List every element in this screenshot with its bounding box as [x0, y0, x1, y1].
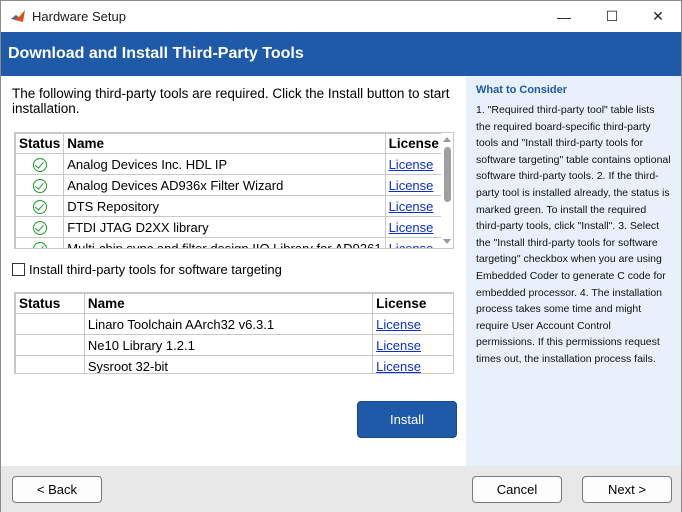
status-cell — [15, 334, 85, 356]
status-cell — [15, 355, 85, 373]
table-row: Sysroot 32-bit License — [15, 355, 453, 373]
tool-name: Linaro Toolchain AArch32 v6.3.1 — [83, 313, 374, 335]
column-header-status: Status — [15, 133, 65, 154]
green-check-icon — [32, 241, 47, 248]
table-row: Analog Devices Inc. HDL IP License — [15, 153, 443, 175]
hardware-setup-window: Hardware Setup — ☐ ✕ Download and Instal… — [0, 0, 682, 512]
maximize-icon: ☐ — [605, 8, 619, 24]
what-to-consider-panel: What to Consider 1. "Required third-part… — [466, 76, 681, 466]
status-cell — [15, 237, 65, 248]
tool-name: DTS Repository — [63, 195, 386, 217]
license-link[interactable]: License — [384, 216, 443, 238]
status-cell — [15, 174, 65, 196]
window-title: Hardware Setup — [32, 9, 126, 24]
install-button[interactable]: Install — [357, 401, 457, 438]
sidebar-text: 1. "Required third-party tool" table lis… — [476, 104, 671, 365]
green-check-icon — [32, 199, 47, 214]
footer-bar: < Back Cancel Next > — [1, 466, 681, 512]
table-row: Linaro Toolchain AArch32 v6.3.1 License — [15, 313, 453, 335]
tool-name: Analog Devices Inc. HDL IP — [63, 153, 386, 175]
back-button[interactable]: < Back — [12, 476, 102, 503]
close-icon: ✕ — [652, 8, 664, 24]
title-bar: Hardware Setup — ☐ ✕ — [1, 1, 681, 32]
software-targeting-option[interactable]: Install third-party tools for software t… — [12, 262, 282, 277]
status-cell — [15, 216, 65, 238]
scroll-down-icon[interactable] — [443, 239, 451, 244]
scroll-thumb[interactable] — [444, 147, 451, 202]
tool-name: Sysroot 32-bit — [83, 355, 374, 373]
table-header-row: Status Name License — [15, 133, 443, 154]
main-panel: The following third-party tools are requ… — [1, 76, 466, 466]
column-header-name: Name — [83, 293, 374, 314]
tool-name: FTDI JTAG D2XX library — [63, 216, 386, 238]
tool-name: Analog Devices AD936x Filter Wizard — [63, 174, 386, 196]
header-banner: Download and Install Third-Party Tools — [1, 32, 681, 76]
next-button[interactable]: Next > — [582, 476, 672, 503]
table-scrollbar[interactable] — [441, 133, 453, 248]
table-row: Ne10 Library 1.2.1 License — [15, 334, 453, 356]
column-header-name: Name — [63, 133, 386, 154]
tool-name: Multi-chip sync and filter design IIO Li… — [63, 237, 386, 248]
optional-tools-table: Status Name License Linaro Toolchain AAr… — [14, 292, 454, 374]
status-cell — [15, 195, 65, 217]
license-link[interactable]: License — [372, 355, 453, 373]
table-row: Analog Devices AD936x Filter Wizard Lice… — [15, 174, 443, 196]
table-row: FTDI JTAG D2XX library License — [15, 216, 443, 238]
cancel-button[interactable]: Cancel — [472, 476, 562, 503]
green-check-icon — [32, 220, 47, 235]
page-title: Download and Install Third-Party Tools — [8, 45, 304, 62]
license-link[interactable]: License — [384, 237, 443, 248]
green-check-icon — [32, 157, 47, 172]
license-link[interactable]: License — [384, 174, 443, 196]
software-targeting-checkbox[interactable] — [12, 263, 25, 276]
minimize-icon: — — [557, 8, 571, 25]
close-button[interactable]: ✕ — [635, 1, 681, 32]
column-header-status: Status — [15, 293, 85, 314]
sidebar-title: What to Consider — [476, 84, 568, 96]
required-tools-table: Status Name License Analog Devices Inc. … — [14, 132, 454, 249]
green-check-icon — [32, 178, 47, 193]
column-header-license: License — [384, 133, 443, 154]
table-header-row: Status Name License — [15, 293, 453, 314]
column-header-license: License — [372, 293, 453, 314]
license-link[interactable]: License — [384, 195, 443, 217]
minimize-button[interactable]: — — [541, 1, 587, 32]
status-cell — [15, 313, 85, 335]
table-row: Multi-chip sync and filter design IIO Li… — [15, 237, 443, 248]
license-link[interactable]: License — [384, 153, 443, 175]
license-link[interactable]: License — [372, 313, 453, 335]
maximize-button[interactable]: ☐ — [589, 1, 635, 32]
table-row: DTS Repository License — [15, 195, 443, 217]
intro-text: The following third-party tools are requ… — [12, 86, 450, 116]
software-targeting-label: Install third-party tools for software t… — [29, 262, 282, 277]
license-link[interactable]: License — [372, 334, 453, 356]
status-cell — [15, 153, 65, 175]
matlab-icon — [10, 8, 26, 24]
tool-name: Ne10 Library 1.2.1 — [83, 334, 374, 356]
scroll-up-icon[interactable] — [443, 137, 451, 142]
